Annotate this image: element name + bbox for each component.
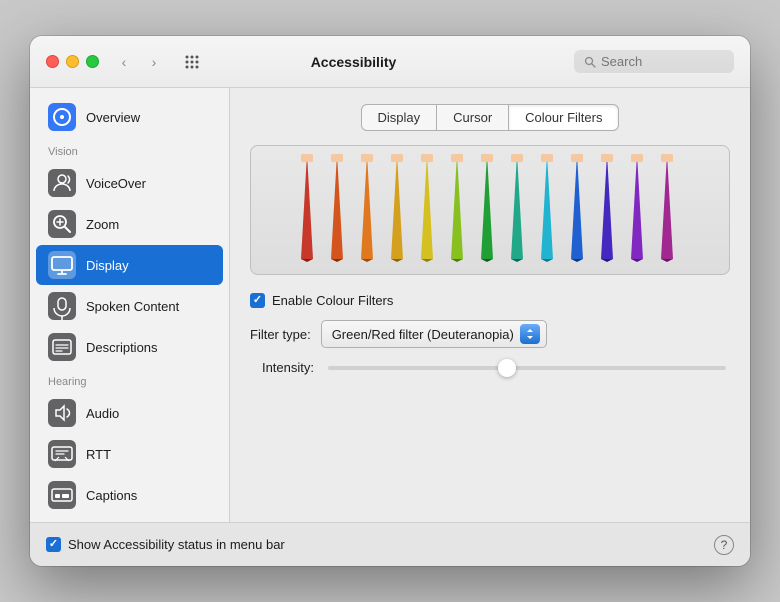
sidebar-item-label-overview: Overview [86, 110, 140, 125]
sidebar-item-label-voiceover: VoiceOver [86, 176, 146, 191]
audio-icon [48, 399, 76, 427]
maximize-button[interactable] [86, 55, 99, 68]
checkbox-checked: ✓ [250, 293, 265, 308]
display-icon [48, 251, 76, 279]
sidebar-item-captions[interactable]: Captions [36, 475, 223, 515]
enable-filters-row: ✓ Enable Colour Filters [250, 293, 730, 308]
titlebar: ‹ › Accessibility [30, 36, 750, 88]
intensity-row: Intensity: [250, 360, 730, 375]
status-bar-label: Show Accessibility status in menu bar [68, 537, 285, 552]
filter-type-select[interactable]: Green/Red filter (Deuteranopia) [321, 320, 547, 348]
sidebar: Overview Vision VoiceOver [30, 88, 230, 522]
intensity-label: Intensity: [250, 360, 314, 375]
sidebar-item-audio[interactable]: Audio [36, 393, 223, 433]
sidebar-section-hearing: Hearing [30, 368, 229, 392]
sidebar-item-label-spoken: Spoken Content [86, 299, 179, 314]
enable-label: Enable Colour Filters [272, 293, 393, 308]
tab-bar: Display Cursor Colour Filters [250, 104, 730, 131]
filter-type-row: Filter type: Green/Red filter (Deuterano… [250, 320, 730, 348]
main-window: ‹ › Accessibility [30, 36, 750, 566]
sidebar-item-overview[interactable]: Overview [36, 97, 223, 137]
sidebar-section-vision: Vision [30, 138, 229, 162]
content-area: Display Cursor Colour Filters [230, 88, 750, 522]
controls: ✓ Enable Colour Filters Filter type: Gre… [250, 289, 730, 379]
search-icon [584, 56, 596, 68]
captions-icon [48, 481, 76, 509]
filter-type-label: Filter type: [250, 327, 311, 342]
help-button[interactable]: ? [714, 535, 734, 555]
sidebar-item-label-display: Display [86, 258, 129, 273]
spoken-icon [48, 292, 76, 320]
window-title: Accessibility [133, 54, 574, 70]
rtt-icon [48, 440, 76, 468]
sidebar-item-label-descriptions: Descriptions [86, 340, 158, 355]
status-bar-checkbox[interactable]: ✓ Show Accessibility status in menu bar [46, 537, 285, 552]
tab-colour-filters[interactable]: Colour Filters [509, 104, 619, 131]
overview-icon [48, 103, 76, 131]
pencils-container [250, 145, 730, 275]
search-input[interactable] [601, 54, 721, 69]
main-content: Overview Vision VoiceOver [30, 88, 750, 522]
minimize-button[interactable] [66, 55, 79, 68]
search-bar[interactable] [574, 50, 734, 73]
pencils-svg [261, 154, 719, 274]
filter-value: Green/Red filter (Deuteranopia) [332, 327, 514, 342]
sidebar-item-label-zoom: Zoom [86, 217, 119, 232]
enable-checkbox[interactable]: ✓ Enable Colour Filters [250, 293, 393, 308]
descriptions-icon [48, 333, 76, 361]
select-arrow-icon [520, 324, 540, 344]
sidebar-item-display[interactable]: Display [36, 245, 223, 285]
bottom-bar: ✓ Show Accessibility status in menu bar … [30, 522, 750, 566]
sidebar-item-zoom[interactable]: Zoom [36, 204, 223, 244]
sidebar-item-rtt[interactable]: RTT [36, 434, 223, 474]
slider-thumb[interactable] [498, 359, 516, 377]
sidebar-item-descriptions[interactable]: Descriptions [36, 327, 223, 367]
sidebar-item-label-captions: Captions [86, 488, 137, 503]
tab-cursor[interactable]: Cursor [437, 104, 509, 131]
tab-display[interactable]: Display [361, 104, 438, 131]
sidebar-item-label-audio: Audio [86, 406, 119, 421]
zoom-icon [48, 210, 76, 238]
voiceover-icon [48, 169, 76, 197]
intensity-slider[interactable] [328, 366, 726, 370]
sidebar-item-voiceover[interactable]: VoiceOver [36, 163, 223, 203]
sidebar-item-spoken[interactable]: Spoken Content [36, 286, 223, 326]
close-button[interactable] [46, 55, 59, 68]
sidebar-item-label-rtt: RTT [86, 447, 111, 462]
traffic-lights [46, 55, 99, 68]
status-checkbox-checked: ✓ [46, 537, 61, 552]
